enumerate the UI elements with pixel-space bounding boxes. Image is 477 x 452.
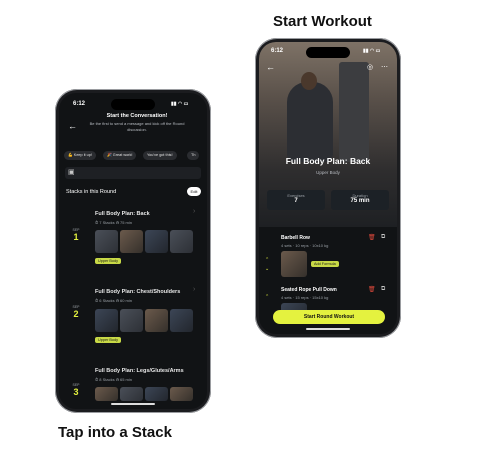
workout-screen: 6:12 ▮▮ ◠ ▭ ← ◎ ⋯ Full Body Plan: Back U…: [259, 42, 397, 334]
gym-machine: [339, 62, 369, 162]
exercise-meta: 4 sets · 10 reps · 10x10 kg: [281, 243, 329, 248]
status-icons: ▮▮ ◠ ▭: [363, 48, 381, 54]
home-indicator: [306, 328, 350, 330]
caption-start-workout: Start Workout: [273, 13, 372, 30]
status-time: 6:12: [73, 101, 86, 107]
status-time: 6:12: [271, 48, 284, 54]
exercise-thumbnail: [120, 230, 143, 253]
exercise-thumbnail: [170, 309, 193, 332]
caption-tap-into-stack: Tap into a Stack: [58, 424, 172, 441]
options-icon[interactable]: ◎: [367, 63, 373, 71]
home-indicator: [111, 403, 155, 405]
dynamic-island: [306, 47, 350, 58]
stack-meta: ⏱ 7 Stacks ◷ 75 min: [95, 220, 132, 225]
exercise-thumbnail: [145, 309, 168, 332]
back-arrow-icon[interactable]: ←: [266, 62, 275, 72]
stack-meta: ⏱ 8 Stacks ◷ 65 min: [95, 377, 132, 382]
round-screen: 6:12 ▮▮ ◠ ▭ ← Start the Conversation! Be…: [59, 93, 207, 409]
delete-icon[interactable]: 🗑: [368, 234, 376, 241]
stack-date: SEP 1: [72, 228, 80, 242]
quick-reply-chip[interactable]: You've got this!: [143, 151, 177, 160]
stack-meta: ⏱ 6 Stacks ◷ 60 min: [95, 298, 132, 303]
chevron-right-icon: ›: [193, 286, 196, 293]
stat-duration: Duration 75 min: [331, 190, 389, 210]
exercise-thumbnail: [170, 387, 193, 401]
status-icons: ▮▮ ◠ ▭: [171, 101, 189, 107]
exercise-thumbnail: [95, 230, 118, 253]
plan-subtitle: Upper Body: [316, 170, 340, 175]
stack-date: SEP 3: [72, 383, 80, 397]
start-round-workout-button[interactable]: Start Round Workout: [273, 310, 385, 324]
exercise-thumbnail: [120, 309, 143, 332]
stack-title: Full Body Plan: Back: [95, 211, 150, 217]
stack-tag: Upper Body: [95, 337, 122, 343]
exercise-thumbnail: [95, 309, 118, 332]
stack-date: SEP 2: [72, 305, 80, 319]
stat-exercises: Exercises 7: [267, 190, 325, 210]
exercise-thumbnail: [120, 387, 143, 401]
more-icon[interactable]: ⋯: [381, 63, 388, 71]
stack-title: Full Body Plan: Legs/Glutes/Arms: [95, 368, 184, 374]
message-input[interactable]: ▣: [65, 167, 201, 179]
stack-title: Full Body Plan: Chest/Shoulders: [95, 289, 181, 295]
phone-frame-left: 6:12 ▮▮ ◠ ▭ ← Start the Conversation! Be…: [55, 89, 211, 413]
chevron-right-icon: ›: [193, 208, 196, 215]
chevron-down-icon[interactable]: ⌄: [265, 266, 269, 272]
image-icon[interactable]: ▣: [68, 168, 75, 176]
section-title: Stacks in this Round: [66, 189, 117, 195]
exercise-thumbnail: [95, 387, 118, 401]
exercise-meta: 4 sets · 15 reps · 15x10 kg: [281, 295, 329, 300]
conversation-title: Start the Conversation!: [106, 113, 168, 119]
chevron-up-icon[interactable]: ⌃: [265, 294, 269, 300]
plan-title: Full Body Plan: Back: [285, 156, 371, 166]
back-arrow-icon[interactable]: ←: [68, 121, 77, 131]
copy-icon[interactable]: ⧉: [381, 286, 385, 293]
copy-icon[interactable]: ⧉: [381, 234, 385, 241]
delete-icon[interactable]: 🗑: [368, 286, 376, 293]
phone-frame-right: 6:12 ▮▮ ◠ ▭ ← ◎ ⋯ Full Body Plan: Back U…: [255, 38, 401, 338]
exercise-thumbnail: [145, 387, 168, 401]
exercise-thumbnail: [281, 251, 307, 277]
exercise-thumbnail: [145, 230, 168, 253]
exercise-thumbnail: [170, 230, 193, 253]
exercise-name: Seated Rope Pull Down: [281, 287, 337, 293]
exercise-name: Barbell Row: [281, 235, 310, 241]
conversation-subtitle: Be the first to send a message and kick …: [89, 121, 185, 132]
quick-reply-chip[interactable]: 💪 Keep it up!: [64, 151, 96, 160]
chevron-up-icon[interactable]: ⌃: [265, 257, 269, 263]
athlete-figure: [287, 82, 333, 162]
quick-reply-chip[interactable]: 🎉 Great work!: [103, 151, 137, 160]
dynamic-island: [111, 99, 155, 110]
quick-reply-chip[interactable]: Th: [187, 151, 200, 160]
edit-button[interactable]: Edit: [187, 187, 201, 196]
stack-tag: Upper Body: [95, 258, 122, 264]
add-formula-button[interactable]: Add Formula: [311, 261, 339, 267]
athlete-head: [301, 72, 317, 90]
